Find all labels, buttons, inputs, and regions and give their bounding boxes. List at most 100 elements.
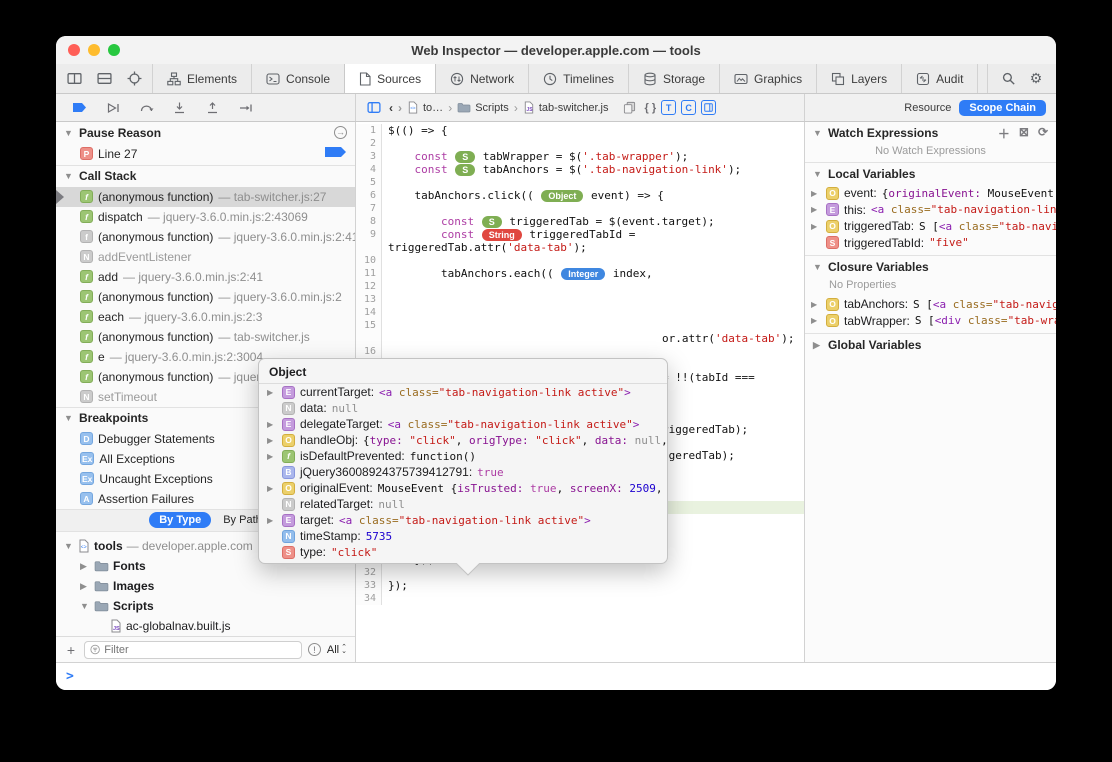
disclosure-triangle-icon[interactable]: ▼	[813, 262, 823, 272]
object-property-row[interactable]: Ndata: null	[259, 400, 667, 416]
by-type-button[interactable]: By Type	[149, 512, 212, 529]
breakpoint-flag-icon[interactable]	[325, 146, 347, 161]
global-variables-header[interactable]: ▶ Global Variables	[805, 334, 1056, 356]
tab-audit[interactable]: Audit	[902, 64, 979, 93]
forward-icon[interactable]: ›	[398, 101, 402, 115]
disclosure-triangle-icon[interactable]: ▶	[267, 388, 277, 397]
line-number[interactable]: 5	[356, 176, 382, 189]
go-to-icon[interactable]: →	[334, 126, 347, 139]
variable-row[interactable]: ▶ Oevent: {originalEvent: MouseEvent {	[805, 185, 1056, 202]
step-out-icon[interactable]	[202, 98, 222, 118]
dock-right-icon[interactable]	[64, 69, 84, 89]
line-number[interactable]: 15	[356, 319, 382, 332]
add-watch-icon[interactable]: ＋	[998, 125, 1010, 142]
code-line[interactable]: 2	[356, 137, 804, 150]
call-stack-frame[interactable]: f (anonymous function) — jquery-3.6.0.min…	[56, 287, 355, 307]
variable-row[interactable]: ▶ OtabAnchors: S [<a class="tab-navigation…	[805, 296, 1056, 313]
resume-to-breakpoint-icon[interactable]	[103, 98, 123, 118]
disclosure-triangle-icon[interactable]: ▶	[811, 300, 821, 309]
line-number[interactable]: 8	[356, 215, 382, 228]
code-line[interactable]: 33});	[356, 579, 804, 592]
element-picker-icon[interactable]	[124, 69, 144, 89]
dock-bottom-icon[interactable]	[94, 69, 114, 89]
pretty-print-icon[interactable]: { }	[645, 102, 657, 114]
call-stack-header[interactable]: ▼ Call Stack	[56, 166, 355, 187]
line-number[interactable]	[356, 332, 382, 345]
line-number[interactable]: 4	[356, 163, 382, 176]
tab-network[interactable]: Network	[436, 64, 530, 93]
disclosure-triangle-icon[interactable]: ▶	[267, 452, 277, 461]
copy-icon[interactable]	[620, 98, 640, 118]
step-icon[interactable]	[235, 98, 255, 118]
code-line[interactable]: 3 const S tabWrapper = $('.tab-wrapper')…	[356, 150, 804, 163]
clear-watch-icon[interactable]: ⊠	[1019, 125, 1029, 142]
variable-row[interactable]: ▶ OtabWrapper: S [<div class="tab-wrapper"…	[805, 313, 1056, 330]
issues-filter-icon[interactable]: !	[307, 643, 321, 656]
local-variables-header[interactable]: ▼ Local Variables	[805, 163, 1056, 185]
refresh-watch-icon[interactable]: ⟳	[1038, 125, 1048, 142]
code-line[interactable]: 1 $(() => {	[356, 124, 804, 137]
call-stack-frame[interactable]: f (anonymous function) — jquery-3.6.0.min…	[56, 227, 355, 247]
filter-scope-select[interactable]: All ⌃ ⌄	[327, 644, 347, 656]
object-property-row[interactable]: ▶ EdelegateTarget: <a class="tab-navigatio…	[259, 416, 667, 432]
line-number[interactable]: 33	[356, 579, 382, 592]
code-line[interactable]: 8 const S triggeredTab = $(event.target)…	[356, 215, 804, 228]
disclosure-triangle-icon[interactable]: ▶	[267, 484, 277, 493]
code-line[interactable]: 13	[356, 293, 804, 306]
code-line[interactable]: triggeredTab.attr('data-tab');	[356, 241, 804, 254]
line-number[interactable]: 7	[356, 202, 382, 215]
code-line[interactable]: 16	[356, 345, 804, 358]
step-into-icon[interactable]	[169, 98, 189, 118]
tree-item-images[interactable]: ▶ Images	[56, 576, 355, 596]
object-property-row[interactable]: NtimeStamp: 5735	[259, 528, 667, 544]
call-stack-frame[interactable]: f add — jquery-3.6.0.min.js:2:41	[56, 267, 355, 287]
disclosure-triangle-icon[interactable]: ▶	[267, 516, 277, 525]
variable-row[interactable]: StriggeredTabId: "five"	[805, 235, 1056, 252]
line-number[interactable]: 10	[356, 254, 382, 267]
disclosure-triangle-icon[interactable]: ▶	[80, 561, 90, 572]
navigation-sidebar-toggle-icon[interactable]	[364, 98, 384, 118]
code-line[interactable]: 32	[356, 566, 804, 579]
disclosure-triangle-icon[interactable]: ▶	[813, 340, 823, 351]
object-property-row[interactable]: ▶ f isDefaultPrevented: function()	[259, 448, 667, 464]
tab-console[interactable]: Console	[252, 64, 346, 93]
object-property-row[interactable]: NrelatedTarget: null	[259, 496, 667, 512]
step-over-icon[interactable]	[136, 98, 156, 118]
call-stack-frame[interactable]: NaddEventListener	[56, 247, 355, 267]
quick-console-bar[interactable]: >	[56, 662, 1056, 690]
tree-item-ac-globalnav-built-js[interactable]: JS ac-globalnav.built.js	[56, 616, 355, 636]
minimize-window-button[interactable]	[88, 44, 100, 56]
details-sidebar-toggle-icon[interactable]	[701, 100, 717, 115]
disclosure-triangle-icon[interactable]: ▼	[64, 171, 74, 181]
line-number[interactable]: 6	[356, 189, 382, 202]
object-property-row[interactable]: BjQuery36008924375739412791: true	[259, 464, 667, 480]
by-path-button[interactable]: By Path	[223, 514, 262, 526]
call-stack-frame[interactable]: f dispatch — jquery-3.6.0.min.js:2:43069	[56, 207, 355, 227]
line-number[interactable]: 14	[356, 306, 382, 319]
disclosure-triangle-icon[interactable]: ▶	[811, 205, 821, 214]
call-stack-frame[interactable]: f (anonymous function) — tab-switcher.js:…	[56, 186, 355, 207]
object-property-row[interactable]: ▶ Etarget: <a class="tab-navigation-link a…	[259, 512, 667, 528]
disclosure-triangle-icon[interactable]: ▼	[64, 541, 74, 551]
breadcrumb-file[interactable]: JS tab-switcher.js	[523, 101, 609, 114]
line-number[interactable]: 9	[356, 228, 382, 241]
console-prompt-icon[interactable]: >	[66, 669, 74, 684]
code-line[interactable]: 12	[356, 280, 804, 293]
filter-field[interactable]	[84, 640, 302, 659]
disclosure-triangle-icon[interactable]: ▶	[267, 436, 277, 445]
code-line[interactable]: 11 tabAnchors.each(( Integer index,	[356, 267, 804, 280]
closure-variables-header[interactable]: ▼ Closure Variables	[805, 256, 1056, 278]
call-stack-frame[interactable]: f (anonymous function) — tab-switcher.js	[56, 327, 355, 347]
code-line[interactable]: 14	[356, 306, 804, 319]
code-line[interactable]: 10	[356, 254, 804, 267]
call-stack-frame[interactable]: f each — jquery-3.6.0.min.js:2:3	[56, 307, 355, 327]
line-number[interactable]: 34	[356, 592, 382, 605]
line-number[interactable]: 12	[356, 280, 382, 293]
disclosure-triangle-icon[interactable]: ▼	[813, 128, 823, 138]
breadcrumb-origin[interactable]: <> to…	[407, 101, 443, 114]
line-number[interactable]: 32	[356, 566, 382, 579]
line-number[interactable]: 13	[356, 293, 382, 306]
tab-scope-chain[interactable]: Scope Chain	[959, 99, 1046, 116]
code-line[interactable]: or.attr('data-tab');	[356, 332, 804, 345]
add-breakpoint-icon[interactable]: +	[64, 642, 78, 658]
